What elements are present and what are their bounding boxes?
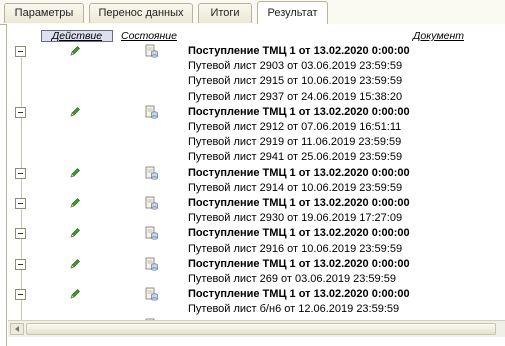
document-label: Путевой лист 2914 от 10.06.2019 23:59:59 xyxy=(188,181,403,194)
collapse-minus-icon[interactable] xyxy=(15,167,26,179)
group-row[interactable]: Поступление ТМЦ 1 от 13.02.2020 0:00:00 xyxy=(0,166,505,181)
document-label: Путевой лист 2915 от 10.06.2019 23:59:59 xyxy=(188,75,403,88)
pencil-icon[interactable] xyxy=(69,45,81,57)
database-icon xyxy=(145,105,158,119)
document-group-label: Поступление ТМЦ 1 от 13.02.2020 0:00:00 xyxy=(188,45,410,57)
table-row[interactable]: Путевой лист 2914 от 10.06.2019 23:59:59 xyxy=(0,181,505,196)
collapse-minus-icon[interactable] xyxy=(15,289,26,301)
pencil-icon[interactable] xyxy=(69,106,81,118)
collapse-minus-icon[interactable] xyxy=(15,258,26,270)
database-icon xyxy=(145,44,158,58)
document-label: Путевой лист 2937 от 24.06.2019 15:38:20 xyxy=(188,90,403,103)
collapse-minus-icon[interactable] xyxy=(15,228,26,240)
document-label: Путевой лист 2930 от 19.06.2019 17:27:09 xyxy=(188,212,403,225)
document-group-label: Поступление ТМЦ 1 от 13.02.2020 0:00:00 xyxy=(188,288,410,301)
pencil-icon[interactable] xyxy=(69,227,81,239)
table-row[interactable]: Путевой лист 269 от 03.06.2019 23:59:59 xyxy=(0,272,505,287)
group-row[interactable]: Поступление ТМЦ 1 от 13.02.2020 0:00:00 xyxy=(0,287,505,302)
pencil-icon[interactable] xyxy=(69,288,81,300)
table-row[interactable]: Путевой лист 2941 от 25.06.2019 23:59:59 xyxy=(0,150,505,165)
scroll-left-arrow-icon[interactable] xyxy=(10,323,24,335)
database-icon xyxy=(145,257,158,271)
tab-parameters[interactable]: Параметры xyxy=(4,3,84,23)
result-table: Поступление ТМЦ 1 от 13.02.2020 0:00:00 П… xyxy=(0,44,505,320)
document-group-label: Поступление ТМЦ 1 от 13.02.2020 0:00:00 xyxy=(188,166,410,179)
tab-data-transfer[interactable]: Перенос данных xyxy=(89,3,193,23)
horizontal-scrollbar[interactable] xyxy=(8,320,505,337)
table-row[interactable]: Путевой лист 2916 от 10.06.2019 23:59:59 xyxy=(0,242,505,257)
database-icon xyxy=(145,196,158,210)
document-label: Путевой лист 269 от 03.06.2019 23:59:59 xyxy=(188,273,396,285)
group-row[interactable]: Поступление ТМЦ 1 от 13.02.2020 0:00:00 xyxy=(0,105,505,120)
table-row[interactable]: Путевой лист 2919 от 11.06.2019 23:59:59 xyxy=(0,135,505,150)
scroll-thumb[interactable] xyxy=(26,323,496,335)
column-header-action[interactable]: Действие xyxy=(41,30,113,42)
document-label: Путевой лист 2916 от 10.06.2019 23:59:59 xyxy=(188,242,403,255)
document-label: Путевой лист 2941 от 25.06.2019 23:59:59 xyxy=(188,151,403,164)
pencil-icon[interactable] xyxy=(69,167,81,179)
pencil-icon[interactable] xyxy=(69,197,81,209)
document-group-label: Поступление ТМЦ 1 от 13.02.2020 0:00:00 xyxy=(188,105,410,118)
document-label: Путевой лист 2919 от 11.06.2019 23:59:59 xyxy=(188,136,402,149)
document-group-label: Поступление ТМЦ 1 от 13.02.2020 0:00:00 xyxy=(188,227,410,240)
document-group-label: Поступление ТМЦ 1 от 13.02.2020 0:00:00 xyxy=(188,197,410,209)
column-header-state[interactable]: Состояние xyxy=(121,30,177,42)
table-row[interactable]: Путевой лист 2915 от 10.06.2019 23:59:59 xyxy=(0,74,505,89)
tab-result[interactable]: Результат xyxy=(257,1,328,25)
table-header: Действие Состояние Документ xyxy=(8,30,505,42)
group-row[interactable]: Поступление ТМЦ 1 от 13.02.2020 0:00:00 xyxy=(0,226,505,241)
database-icon xyxy=(145,166,158,180)
document-label: Путевой лист 2912 от 07.06.2019 16:51:11 xyxy=(188,121,402,133)
table-row[interactable]: Путевой лист 2937 от 24.06.2019 15:38:20 xyxy=(0,90,505,105)
collapse-minus-icon[interactable] xyxy=(15,46,26,57)
pencil-icon[interactable] xyxy=(69,258,81,270)
collapse-minus-icon[interactable] xyxy=(15,106,26,118)
document-group-label: Поступление ТМЦ 1 от 13.02.2020 0:00:00 xyxy=(188,257,410,270)
tab-bar: Параметры Перенос данных Итоги Результат xyxy=(0,0,505,25)
database-icon xyxy=(145,287,158,301)
table-row[interactable]: Путевой лист б/н6 от 12.06.2019 23:59:59 xyxy=(0,302,505,317)
group-row[interactable]: Поступление ТМЦ 1 от 13.02.2020 0:00:00 xyxy=(0,44,505,59)
collapse-minus-icon[interactable] xyxy=(15,198,26,209)
group-row[interactable]: Поступление ТМЦ 1 от 13.02.2020 0:00:00 xyxy=(0,257,505,272)
table-row[interactable]: Путевой лист 2930 от 19.06.2019 17:27:09 xyxy=(0,211,505,226)
group-row[interactable]: Поступление ТМЦ 1 от 13.02.2020 0:00:00 xyxy=(0,196,505,211)
column-header-document[interactable]: Документ xyxy=(413,30,464,42)
table-row[interactable]: Путевой лист 2903 от 03.06.2019 23:59:59 xyxy=(0,59,505,74)
tab-totals[interactable]: Итоги xyxy=(198,3,252,23)
document-label: Путевой лист б/н6 от 12.06.2019 23:59:59 xyxy=(188,303,400,316)
database-icon xyxy=(145,226,158,240)
table-row[interactable]: Путевой лист 2912 от 07.06.2019 16:51:11 xyxy=(0,120,505,135)
document-label: Путевой лист 2903 от 03.06.2019 23:59:59 xyxy=(188,60,403,73)
